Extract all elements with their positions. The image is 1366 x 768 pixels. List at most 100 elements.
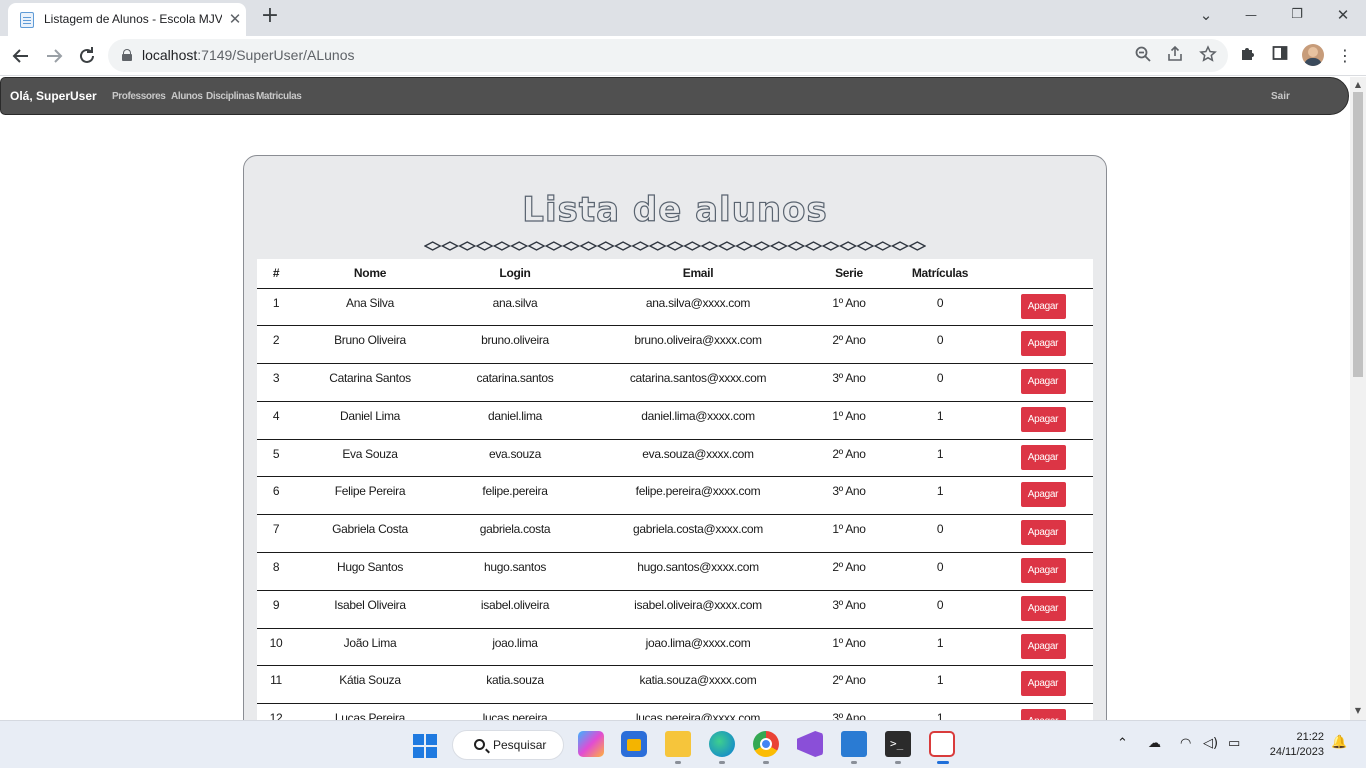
apagar-button[interactable]: Apagar (1020, 671, 1066, 697)
tab-search-chevron-icon[interactable]: ⌄ (1191, 4, 1221, 26)
windows-start-icon[interactable] (413, 734, 437, 758)
nav-link-disciplinas[interactable]: Disciplinas (206, 91, 255, 102)
apagar-button[interactable]: Apagar (1020, 293, 1066, 319)
row-email: daniel.lima@xxxx.com (585, 401, 811, 440)
table-row: 9 Isabel Oliveira isabel.oliveira isabel.ol… (257, 590, 1093, 629)
system-clock[interactable]: 21:22 24/11/2023 (1262, 730, 1324, 760)
col-header-actions (993, 259, 1093, 289)
side-panel-icon[interactable] (1268, 44, 1292, 68)
apagar-button[interactable]: Apagar (1020, 482, 1066, 508)
notification-bell-icon[interactable]: 🔔 (1331, 735, 1347, 750)
row-actions: Apagar (993, 665, 1093, 705)
row-serie: 3º Ano (811, 476, 887, 516)
microsoft-store-icon[interactable] (621, 731, 647, 757)
row-email: lucas.pereira@xxxx.com (585, 703, 811, 720)
students-card: Lista de alunos # Nome Login Email Serie… (243, 155, 1107, 720)
copilot-icon[interactable] (578, 731, 604, 757)
row-login: lucas.pereira (445, 703, 585, 720)
col-header-nome: Nome (295, 259, 445, 289)
volume-icon[interactable]: ◁) (1203, 736, 1218, 751)
edge-icon[interactable] (709, 731, 735, 764)
apagar-button[interactable]: Apagar (1020, 444, 1066, 470)
back-button[interactable] (8, 43, 34, 69)
apagar-button[interactable]: Apagar (1020, 406, 1066, 432)
students-table-body: 1 Ana Silva ana.silva ana.silva@xxxx.com 1º … (257, 288, 1093, 720)
scroll-thumb[interactable] (1353, 92, 1363, 377)
battery-icon[interactable]: ▭ (1228, 736, 1240, 751)
apagar-button[interactable]: Apagar (1020, 369, 1066, 395)
row-id: 2 (257, 325, 295, 365)
notepad-icon[interactable] (841, 731, 867, 764)
apagar-button[interactable]: Apagar (1020, 520, 1066, 546)
row-login: katia.souza (445, 665, 585, 705)
forward-button[interactable] (41, 43, 67, 69)
lock-icon[interactable] (122, 49, 132, 61)
puzzle-icon[interactable] (1236, 44, 1260, 68)
row-serie: 2º Ano (811, 325, 887, 365)
row-actions: Apagar (993, 628, 1093, 667)
reload-button[interactable] (74, 43, 100, 69)
chrome-icon[interactable] (753, 731, 779, 764)
tab-close-icon[interactable]: ✕ (226, 10, 244, 28)
chevron-up-icon[interactable]: ⌃ (1117, 736, 1128, 751)
onedrive-icon[interactable]: ☁ (1148, 736, 1161, 751)
restore-button[interactable]: ❐ (1282, 4, 1312, 26)
taskbar-search[interactable]: Pesquisar (452, 730, 564, 760)
terminal-icon[interactable]: >_ (885, 731, 911, 764)
row-nome: João Lima (295, 628, 445, 667)
row-matriculas: 1 (887, 401, 993, 440)
row-nome: Daniel Lima (295, 401, 445, 440)
share-icon[interactable] (1164, 45, 1186, 67)
scroll-down-arrow-icon[interactable]: ▼ (1353, 706, 1363, 716)
row-email: hugo.santos@xxxx.com (585, 552, 811, 591)
page-viewport: Olá, SuperUser Professores Alunos Discip… (0, 77, 1350, 720)
row-email: eva.souza@xxxx.com (585, 439, 811, 478)
col-header-id: # (257, 259, 295, 289)
row-nome: Ana Silva (295, 288, 445, 327)
row-email: bruno.oliveira@xxxx.com (585, 325, 811, 365)
star-icon[interactable] (1197, 45, 1219, 67)
table-row: 12 Lucas Pereira lucas.pereira lucas.pereir… (257, 703, 1093, 720)
nav-link-sair[interactable]: Sair (1271, 91, 1290, 102)
row-actions: Apagar (993, 325, 1093, 365)
address-bar[interactable]: localhost:7149/SuperUser/ALunos (108, 39, 1228, 72)
row-actions: Apagar (993, 552, 1093, 591)
row-actions: Apagar (993, 703, 1093, 720)
profile-avatar[interactable] (1302, 44, 1324, 66)
new-tab-button[interactable]: + (258, 5, 282, 29)
close-window-button[interactable]: ✕ (1328, 4, 1358, 26)
visual-studio-icon[interactable] (797, 731, 823, 757)
table-row: 10 João Lima joao.lima joao.lima@xxxx.com 1º… (257, 628, 1093, 667)
apagar-button[interactable]: Apagar (1020, 331, 1066, 357)
wifi-icon[interactable]: ◠ (1180, 736, 1191, 751)
browser-tab[interactable]: Listagem de Alunos - Escola MJV ✕ (8, 3, 246, 36)
nav-greeting: Olá, SuperUser (10, 89, 97, 103)
table-row: 11 Kátia Souza katia.souza katia.souza@xxxx… (257, 665, 1093, 705)
apagar-button[interactable]: Apagar (1020, 558, 1066, 584)
scroll-up-arrow-icon[interactable]: ▲ (1353, 80, 1363, 90)
apagar-button[interactable]: Apagar (1020, 595, 1066, 621)
apagar-button[interactable]: Apagar (1020, 709, 1066, 720)
url-text[interactable]: localhost:7149/SuperUser/ALunos (142, 47, 354, 63)
minimize-button[interactable]: — (1236, 4, 1266, 26)
nav-link-professores[interactable]: Professores (112, 91, 166, 102)
row-id: 9 (257, 590, 295, 629)
row-id: 12 (257, 703, 295, 720)
clock-time: 21:22 (1296, 731, 1324, 743)
col-header-email: Email (585, 259, 811, 289)
nav-link-alunos[interactable]: Alunos (171, 91, 203, 102)
row-login: eva.souza (445, 439, 585, 478)
nav-link-matriculas[interactable]: Matriculas (256, 91, 302, 102)
page-scrollbar[interactable]: ▲ ▼ (1350, 77, 1366, 720)
snipping-tool-icon[interactable] (929, 731, 955, 764)
file-explorer-icon[interactable] (665, 731, 691, 764)
row-matriculas: 0 (887, 590, 993, 629)
table-row: 7 Gabriela Costa gabriela.costa gabriela.co… (257, 514, 1093, 554)
reload-icon (80, 47, 94, 63)
apagar-button[interactable]: Apagar (1020, 633, 1066, 659)
kebab-menu-icon[interactable]: ⋮ (1333, 44, 1357, 68)
row-email: gabriela.costa@xxxx.com (585, 514, 811, 554)
row-id: 4 (257, 401, 295, 440)
zoom-icon[interactable] (1132, 45, 1154, 67)
row-id: 10 (257, 628, 295, 667)
